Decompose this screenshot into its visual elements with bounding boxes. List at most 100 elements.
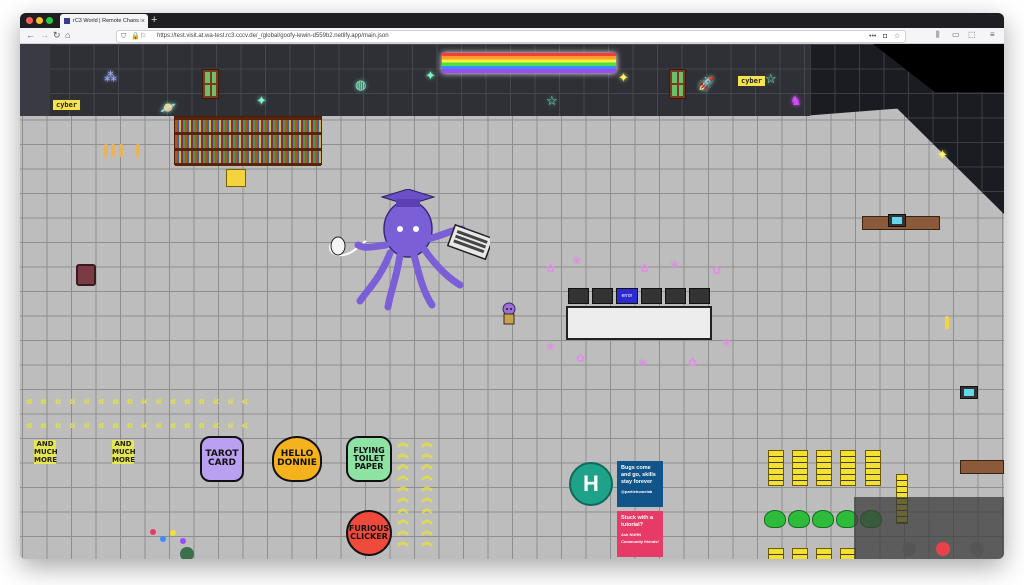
crystal-icon: ❀ bbox=[638, 357, 648, 369]
cap-band bbox=[396, 199, 420, 207]
sign-stack bbox=[792, 450, 808, 486]
shield-icon[interactable]: ⛉ bbox=[121, 31, 126, 42]
gem-icon bbox=[170, 530, 176, 536]
bottle bbox=[119, 144, 123, 157]
url-text[interactable]: https://test.visit.at.wa-test.rc3.cccv.d… bbox=[157, 31, 389, 42]
crystal-icon: ✿ bbox=[546, 263, 556, 275]
shelf-divider bbox=[175, 148, 321, 151]
sign-stack bbox=[792, 548, 808, 559]
shelf-divider bbox=[175, 163, 321, 166]
tab-close-icon[interactable]: × bbox=[141, 18, 145, 25]
tarot-card-sticker[interactable]: TAROT CARD bbox=[200, 436, 244, 482]
monitor[interactable] bbox=[568, 288, 590, 304]
mute-toggle-icon[interactable] bbox=[970, 542, 984, 556]
squid-eye bbox=[397, 226, 403, 232]
sticker-label: TAROT CARD bbox=[205, 449, 239, 468]
bush bbox=[788, 510, 810, 528]
bookmark-star-icon[interactable]: ☆ bbox=[894, 31, 900, 42]
maximize-window-button[interactable] bbox=[46, 17, 53, 24]
flying-toilet-paper-sticker[interactable]: FLYING TOILET PAPER bbox=[346, 436, 392, 482]
browser-window: rC3 World | Remote Chaos Exp... × + ← → … bbox=[20, 13, 1004, 559]
wooden-table bbox=[960, 460, 1004, 474]
game-viewport[interactable]: cyber cyber ⁂ 🪐 ✦ ◍ ✦ ☆ ✦ 🚀 ☆ ♞ ✦ ✿ ❀ ✿ … bbox=[20, 44, 1004, 559]
dice-icon: ⁂ bbox=[104, 69, 117, 84]
hello-donnie-sticker[interactable]: HELLO DONNIE bbox=[272, 436, 322, 482]
monitor[interactable] bbox=[664, 288, 686, 304]
permissions-icon[interactable]: ⚐ bbox=[140, 31, 146, 42]
bugs-card[interactable]: Bugs come and go, skills stay forever @p… bbox=[617, 461, 663, 507]
sign-stack bbox=[768, 548, 784, 559]
shelf-divider bbox=[175, 117, 321, 120]
crystal-icon: ✿ bbox=[640, 263, 650, 275]
wanted-poster[interactable] bbox=[226, 169, 246, 187]
card-handle: @partiehomelab bbox=[621, 489, 653, 494]
hr-badge[interactable]: H bbox=[569, 462, 613, 506]
gem-icon bbox=[180, 538, 186, 544]
close-window-button[interactable] bbox=[26, 17, 33, 24]
bottle bbox=[945, 316, 949, 329]
tentacle bbox=[410, 251, 436, 309]
monitor-error[interactable]: error bbox=[616, 288, 638, 304]
forward-arrow-icon[interactable]: → bbox=[40, 29, 49, 41]
new-tab-button[interactable]: + bbox=[151, 14, 157, 26]
monitor[interactable] bbox=[688, 288, 711, 304]
gem-icon bbox=[150, 529, 156, 535]
laptop-icon[interactable] bbox=[960, 386, 978, 399]
wall-window bbox=[669, 69, 686, 99]
arrow-row-left: «««««««««««««««« bbox=[26, 418, 256, 432]
sticker-label: FURIOUS CLICKER bbox=[348, 524, 390, 541]
sticker-label: FLYING TOILET PAPER bbox=[353, 446, 385, 471]
crystal-icon: ❀ bbox=[722, 337, 732, 349]
pocket-icon[interactable]: ◘ bbox=[883, 31, 887, 42]
page-actions-icon[interactable]: ••• bbox=[869, 31, 876, 42]
screenshot-icon[interactable]: ⬚ bbox=[968, 29, 976, 41]
monitor-row: error bbox=[568, 288, 711, 304]
navigation-bar: ← → ↻ ⌂ ⛉ 🔒 ⚐ https://test.visit.at.wa-t… bbox=[20, 28, 1004, 44]
home-icon[interactable]: ⌂ bbox=[65, 29, 70, 41]
workstation-desk bbox=[566, 306, 712, 340]
tentacle bbox=[356, 249, 394, 305]
monitor[interactable] bbox=[592, 288, 614, 304]
sign-stack bbox=[840, 450, 856, 486]
sign-stack bbox=[865, 450, 881, 486]
monitor[interactable] bbox=[640, 288, 662, 304]
menu-icon[interactable]: ≡ bbox=[990, 29, 995, 41]
minimize-window-button[interactable] bbox=[36, 17, 43, 24]
crystal-icon: ❀ bbox=[546, 341, 556, 353]
bottle bbox=[136, 144, 140, 157]
tutorial-card[interactable]: Stuck with a tutorial? Ask NUHN Communit… bbox=[617, 511, 663, 557]
tab-active[interactable]: rC3 World | Remote Chaos Exp... × bbox=[60, 14, 148, 28]
furious-clicker-sticker[interactable]: FURIOUS CLICKER bbox=[346, 510, 392, 556]
card-text: Stuck with a tutorial? bbox=[621, 515, 654, 528]
library-icon[interactable]: ⫼ bbox=[936, 29, 940, 41]
reload-icon[interactable]: ↻ bbox=[53, 29, 61, 41]
and-much-more-label: AND MUCH MORE bbox=[112, 440, 136, 464]
address-bar[interactable]: ⛉ 🔒 ⚐ https://test.visit.at.wa-test.rc3.… bbox=[116, 30, 906, 43]
camera-toggle-icon[interactable] bbox=[902, 542, 916, 556]
squid-mascot bbox=[329, 189, 490, 311]
back-arrow-icon[interactable]: ← bbox=[26, 29, 35, 41]
player-avatar[interactable] bbox=[500, 302, 518, 326]
sign-stack bbox=[768, 450, 784, 486]
crystal-icon: ✿ bbox=[712, 265, 722, 277]
card-subtext: Ask NUHN Community friends! bbox=[621, 532, 659, 544]
laptop-icon[interactable] bbox=[888, 214, 906, 227]
nyan-rainbow bbox=[442, 53, 616, 73]
arrow-row-left: «««««««««««««««« bbox=[26, 394, 256, 408]
planet-icon: 🪐 bbox=[160, 100, 177, 115]
back-wall bbox=[20, 44, 810, 116]
lock-icon[interactable]: 🔒 bbox=[131, 31, 140, 42]
microphone-toggle-icon[interactable] bbox=[936, 542, 950, 556]
squid-eye bbox=[413, 226, 419, 232]
emote-button-icon[interactable] bbox=[180, 547, 194, 559]
sticker-label: HELLO DONNIE bbox=[277, 449, 317, 468]
gem-icon bbox=[160, 536, 166, 542]
bush bbox=[764, 510, 786, 528]
tab-bar: rC3 World | Remote Chaos Exp... × + bbox=[20, 13, 1004, 28]
sign-stack bbox=[816, 548, 832, 559]
cyber-sign: cyber bbox=[52, 99, 82, 111]
bottle bbox=[104, 144, 108, 157]
sidebar-icon[interactable]: ▭ bbox=[952, 29, 960, 41]
keyboard-icon bbox=[446, 223, 490, 261]
sign-stack bbox=[816, 450, 832, 486]
